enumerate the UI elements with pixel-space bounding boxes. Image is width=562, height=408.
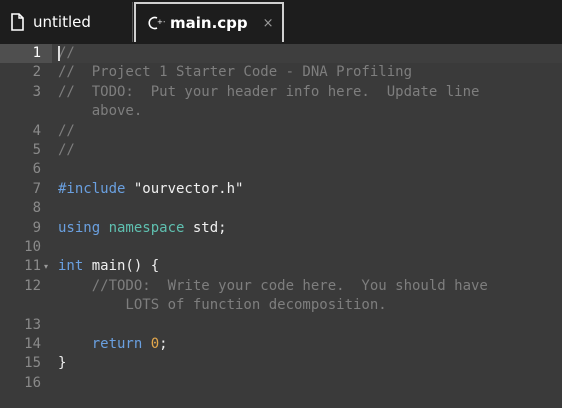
code-text: return 0; bbox=[58, 335, 168, 354]
code-text: //TODO: Write your code here. You should… bbox=[58, 277, 488, 296]
line-number: 10 bbox=[24, 239, 41, 255]
code-text: above. bbox=[58, 102, 143, 121]
code-token: // bbox=[58, 45, 75, 61]
line-number: 15 bbox=[24, 355, 41, 372]
tab-label: main.cpp bbox=[170, 14, 248, 32]
code-token: // bbox=[58, 142, 75, 158]
line-number: 6 bbox=[32, 161, 41, 178]
code-text: using namespace std; bbox=[58, 219, 227, 238]
code-line[interactable]: 15} bbox=[0, 354, 562, 373]
code-token: ; bbox=[159, 336, 168, 352]
code-line[interactable]: 8 bbox=[0, 199, 562, 218]
code-token: main() { bbox=[91, 258, 160, 275]
code-token: std; bbox=[192, 219, 227, 236]
line-number: 12 bbox=[24, 277, 41, 294]
line-number: 5 bbox=[32, 142, 41, 158]
line-number: 2 bbox=[32, 64, 41, 81]
code-token: LOTS of function decomposition. bbox=[58, 297, 387, 314]
code-token: //TODO: Write your code here. You should… bbox=[58, 277, 488, 294]
code-token: return bbox=[58, 336, 151, 352]
code-text: #include "ourvector.h" bbox=[58, 180, 243, 199]
code-text: LOTS of function decomposition. bbox=[58, 296, 387, 315]
code-line[interactable]: 16 bbox=[0, 374, 562, 393]
code-line[interactable]: 5 // bbox=[0, 141, 562, 160]
code-text: // TODO: Put your header info here. Upda… bbox=[58, 83, 479, 102]
code-text: // bbox=[58, 141, 75, 160]
tab-separator bbox=[132, 2, 133, 42]
code-line[interactable]: 9 using namespace std; bbox=[0, 219, 562, 238]
file-icon bbox=[10, 13, 26, 31]
line-number: 3 bbox=[32, 83, 41, 100]
code-line[interactable]: 10 bbox=[0, 238, 562, 257]
code-token: // bbox=[58, 122, 75, 139]
cpp-icon: ++ bbox=[147, 14, 169, 32]
code-token: above. bbox=[58, 103, 143, 120]
line-number: 4 bbox=[32, 122, 41, 139]
tab-untitled[interactable]: untitled bbox=[0, 2, 132, 42]
code-token: #include bbox=[58, 180, 134, 197]
code-line[interactable]: 1 // bbox=[0, 44, 562, 63]
code-token: namespace bbox=[108, 219, 193, 236]
code-text: } bbox=[58, 354, 66, 373]
tab-main-cpp[interactable]: ++ main.cpp × bbox=[134, 2, 284, 42]
line-number: 8 bbox=[32, 200, 41, 217]
line-number: 16 bbox=[24, 374, 41, 391]
code-text: int main() { bbox=[58, 257, 159, 276]
code-text: // Project 1 Starter Code - DNA Profilin… bbox=[58, 63, 412, 82]
line-number: 7 bbox=[32, 180, 41, 197]
line-number: 14 bbox=[24, 336, 41, 352]
code-token: // Project 1 Starter Code - DNA Profilin… bbox=[58, 64, 413, 81]
code-line[interactable]: 3 // TODO: Put your header info here. Upd… bbox=[0, 83, 562, 102]
code-line[interactable]: 12 //TODO: Write your code here. You sho… bbox=[0, 277, 562, 296]
line-number: 1 bbox=[32, 45, 41, 61]
code-text: // bbox=[58, 122, 75, 141]
line-number: 13 bbox=[24, 316, 41, 333]
fold-toggle-icon[interactable]: ▾ bbox=[44, 257, 48, 276]
code-line[interactable]: above. bbox=[0, 102, 562, 121]
line-number: 9 bbox=[32, 219, 41, 236]
text-cursor bbox=[58, 46, 60, 61]
code-text: // bbox=[58, 44, 75, 63]
code-line[interactable]: 2 // Project 1 Starter Code - DNA Profili… bbox=[0, 63, 562, 82]
code-line[interactable]: 13 bbox=[0, 316, 562, 335]
svg-text:++: ++ bbox=[157, 18, 165, 26]
code-token: "ourvector.h" bbox=[133, 180, 244, 197]
code-line[interactable]: 4 // bbox=[0, 122, 562, 141]
code-token: int bbox=[58, 258, 92, 275]
close-icon[interactable]: × bbox=[263, 16, 274, 31]
code-line[interactable]: 11 ▾ int main() { bbox=[0, 257, 562, 276]
tab-bar: untitled ++ main.cpp × bbox=[0, 0, 562, 44]
line-number: 11 bbox=[24, 258, 41, 275]
code-token: // TODO: Put your header info here. Upda… bbox=[58, 83, 480, 100]
code-editor[interactable]: 1 // 2 // Project 1 Starter Code - DNA Prof… bbox=[0, 44, 562, 408]
code-line[interactable]: LOTS of function decomposition. bbox=[0, 296, 562, 315]
code-line[interactable]: 14 return 0; bbox=[0, 335, 562, 354]
code-token: } bbox=[58, 355, 67, 372]
code-line[interactable]: 6 bbox=[0, 160, 562, 179]
tab-label: untitled bbox=[33, 13, 91, 31]
code-token: using bbox=[58, 219, 109, 236]
code-line[interactable]: 7 #include "ourvector.h" bbox=[0, 180, 562, 199]
code-token: 0 bbox=[150, 336, 160, 352]
